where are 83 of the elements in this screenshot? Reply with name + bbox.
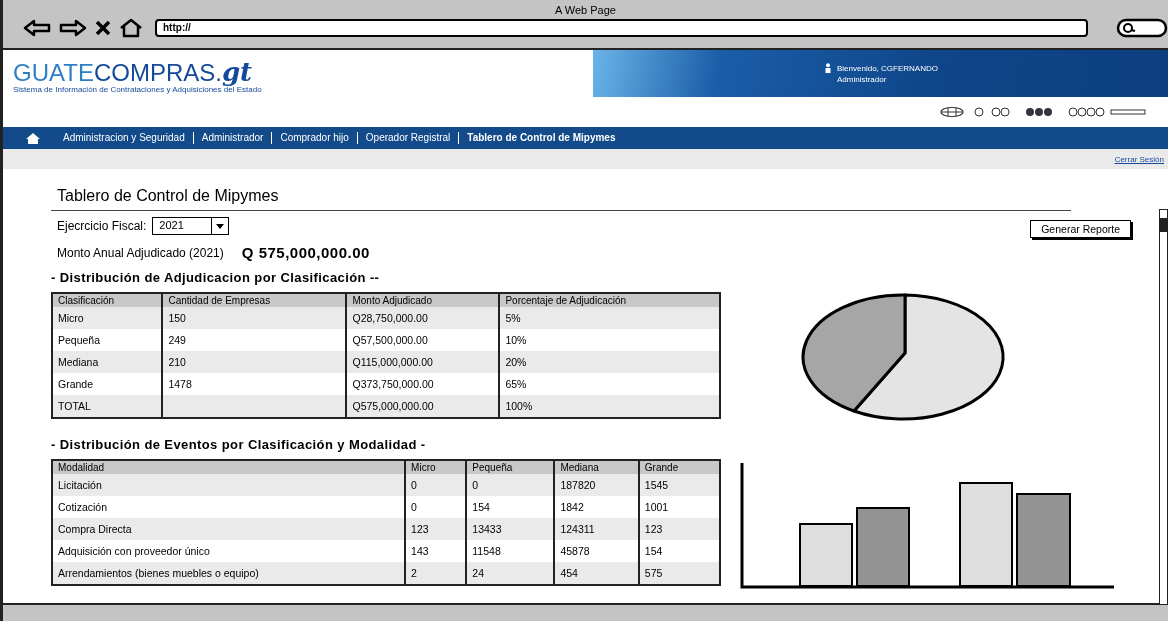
table-cell: 5% bbox=[505, 312, 521, 324]
home-icon[interactable] bbox=[25, 131, 41, 145]
table-cell: 123 bbox=[411, 523, 429, 535]
table-cell: 1842 bbox=[560, 501, 584, 513]
user-icon bbox=[825, 62, 831, 73]
column-header: Porcentaje de Adjudicación bbox=[499, 293, 720, 307]
annual-amount: Q 575,000,000.00 bbox=[241, 244, 370, 261]
logo-subtitle: Sistema de Información de Contrataciones y Adquisiciones del Estado bbox=[13, 85, 262, 94]
table-cell: 124311 bbox=[560, 523, 595, 535]
table-cell: TOTAL bbox=[58, 400, 91, 412]
generate-report-button[interactable]: Generar Reporte bbox=[1030, 220, 1131, 238]
table-cell: 154 bbox=[644, 545, 663, 557]
table-cell: Grande bbox=[58, 378, 94, 390]
column-header: Pequeña bbox=[466, 460, 555, 474]
column-header: Micro bbox=[405, 460, 467, 474]
table-cell: 123 bbox=[644, 523, 663, 535]
table-cell: Licitación bbox=[58, 479, 102, 491]
table-cell: 143 bbox=[411, 545, 429, 557]
table-cell: Mediana bbox=[58, 356, 99, 368]
table-cell: 24 bbox=[472, 567, 484, 579]
table-cell: Q115,000,000.00 bbox=[352, 356, 433, 368]
chart-bar bbox=[799, 523, 853, 587]
table-cell: 20% bbox=[505, 356, 527, 368]
table-cell: Q575,000,000.00 bbox=[352, 400, 434, 412]
annual-amount-label: Monto Anual Adjudicado (2021) bbox=[57, 245, 224, 260]
table-cell: 2 bbox=[411, 567, 417, 579]
year-dropdown[interactable]: 2021 bbox=[152, 217, 230, 235]
table-cell: Q373,750,000.00 bbox=[352, 378, 434, 390]
column-header: Modalidad bbox=[52, 460, 406, 474]
home-icon[interactable] bbox=[119, 18, 143, 38]
back-icon[interactable] bbox=[23, 19, 51, 37]
table-cell: 0 bbox=[411, 501, 417, 513]
table-cell: 154 bbox=[472, 501, 490, 513]
column-header: Grande bbox=[638, 460, 720, 474]
table-cell: 210 bbox=[168, 356, 186, 368]
table-cell: Adquisición con proveedor único bbox=[58, 545, 210, 557]
column-header: Clasificación bbox=[52, 293, 163, 307]
table-cell: 1001 bbox=[644, 501, 669, 513]
section-title: - Distribución de Adjudicacion por Clasificación -- bbox=[51, 270, 381, 285]
table-cell: 13433 bbox=[472, 523, 502, 535]
table-cell: Arrendamientos (bienes muebles o equipo) bbox=[58, 567, 259, 579]
page-title: Tablero de Control de Mipymes bbox=[51, 187, 1071, 211]
table-cell: Micro bbox=[58, 312, 84, 324]
caret-icon bbox=[216, 223, 225, 229]
table-cell: 11548 bbox=[472, 545, 501, 557]
search-field[interactable] bbox=[1116, 18, 1168, 38]
nav-link[interactable]: Administracion y Seguridad bbox=[55, 132, 193, 144]
scrollbar[interactable] bbox=[1159, 209, 1168, 605]
table-cell: 45878 bbox=[560, 545, 590, 557]
table-cell: 0 bbox=[472, 479, 479, 491]
table-cell: 1545 bbox=[644, 479, 669, 491]
table-cell: 575 bbox=[644, 567, 663, 579]
close-icon[interactable] bbox=[95, 20, 111, 36]
table-cell: Pequeña bbox=[58, 334, 101, 346]
section-title: - Distribución de Eventos por Clasificación y Modalidad - bbox=[51, 437, 427, 452]
table-cell: 454 bbox=[560, 567, 578, 579]
nav-link[interactable]: Comprador hijo bbox=[271, 132, 357, 144]
window-title: A Web Page bbox=[554, 4, 617, 16]
table-cell: Compra Directa bbox=[58, 523, 132, 535]
nav-link[interactable]: Administrador bbox=[192, 132, 272, 144]
table-cell: Q28,750,000.00 bbox=[352, 312, 428, 324]
table-cell: 187820 bbox=[560, 479, 596, 491]
nav-link[interactable]: Tablero de Control de Mipymes bbox=[458, 132, 624, 144]
address-field[interactable]: http:// bbox=[155, 19, 1088, 37]
forward-icon[interactable] bbox=[59, 19, 87, 37]
table-cell: 10% bbox=[505, 334, 527, 346]
table-cell: 249 bbox=[168, 334, 186, 346]
table-cell: Q57,500,000.00 bbox=[352, 334, 428, 346]
column-header: Mediana bbox=[554, 460, 639, 474]
logout-link[interactable]: Cerrar Sesión bbox=[1114, 154, 1164, 164]
table-cell: 0 bbox=[411, 479, 417, 491]
table-cell: 150 bbox=[168, 312, 186, 324]
fiscal-year-label: Ejecrcicio Fiscal: bbox=[57, 219, 147, 233]
column-header: Monto Adjudicado bbox=[346, 293, 500, 307]
user-role: Administrador bbox=[837, 73, 887, 85]
logo[interactable]: GUATECOMPRAS.gt bbox=[13, 60, 253, 85]
welcome-text: Bienvenido, CGFERNANDO bbox=[837, 62, 938, 74]
nav-link[interactable]: Operador Registral bbox=[356, 132, 459, 144]
table-cell: 1478 bbox=[168, 378, 192, 390]
table-cell: 65% bbox=[505, 378, 527, 390]
table-cell: Cotización bbox=[58, 501, 108, 513]
table-cell: 100% bbox=[505, 400, 533, 412]
column-header: Cantidad de Empresas bbox=[162, 293, 347, 307]
